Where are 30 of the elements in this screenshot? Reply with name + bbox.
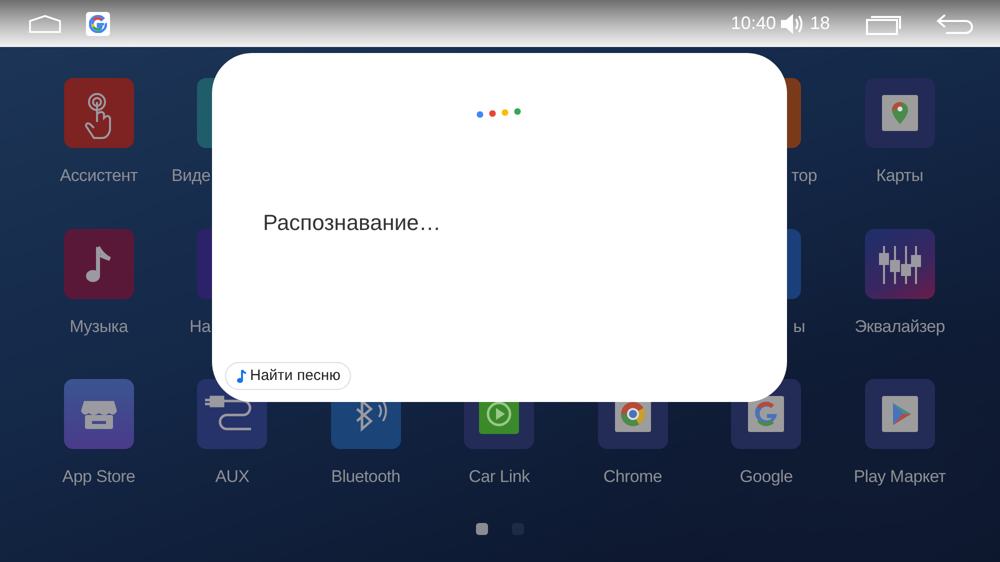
app-label: Эквалайзер	[854, 316, 946, 338]
play-store-icon[interactable]	[864, 379, 935, 449]
app-label: Google	[738, 466, 794, 488]
app-label: тор	[790, 165, 818, 187]
app-label: Car Link	[468, 466, 531, 488]
app-label: Виде	[170, 165, 212, 187]
find-song-button[interactable]: Найти песню	[225, 362, 352, 390]
app-label: App Store	[61, 466, 136, 488]
app-label: Музыка	[68, 316, 130, 338]
google-app-icon[interactable]	[86, 12, 110, 36]
home-icon[interactable]	[28, 14, 62, 32]
store-icon[interactable]	[64, 379, 134, 449]
app-label: Карты	[875, 165, 924, 187]
volume-level: 18	[810, 12, 830, 35]
app-label: На	[188, 316, 212, 338]
app-label: Ассистент	[58, 165, 139, 187]
app-label: Chrome	[602, 466, 664, 488]
listening-dots-icon	[476, 107, 522, 119]
map-pin-icon[interactable]	[864, 78, 935, 148]
back-icon[interactable]	[936, 12, 974, 34]
app-label: AUX	[214, 466, 250, 488]
hand-touch-icon[interactable]	[64, 78, 134, 148]
music-note-icon[interactable]	[64, 228, 134, 298]
equalizer-icon[interactable]	[864, 228, 935, 298]
app-label: Bluetooth	[330, 466, 402, 488]
app-label: ы	[792, 316, 806, 338]
clock-time: 10:40	[730, 12, 776, 35]
recognition-status: Распознавание…	[263, 209, 441, 237]
app-label: Play Маркет	[852, 466, 947, 488]
music-note-icon	[236, 368, 246, 384]
